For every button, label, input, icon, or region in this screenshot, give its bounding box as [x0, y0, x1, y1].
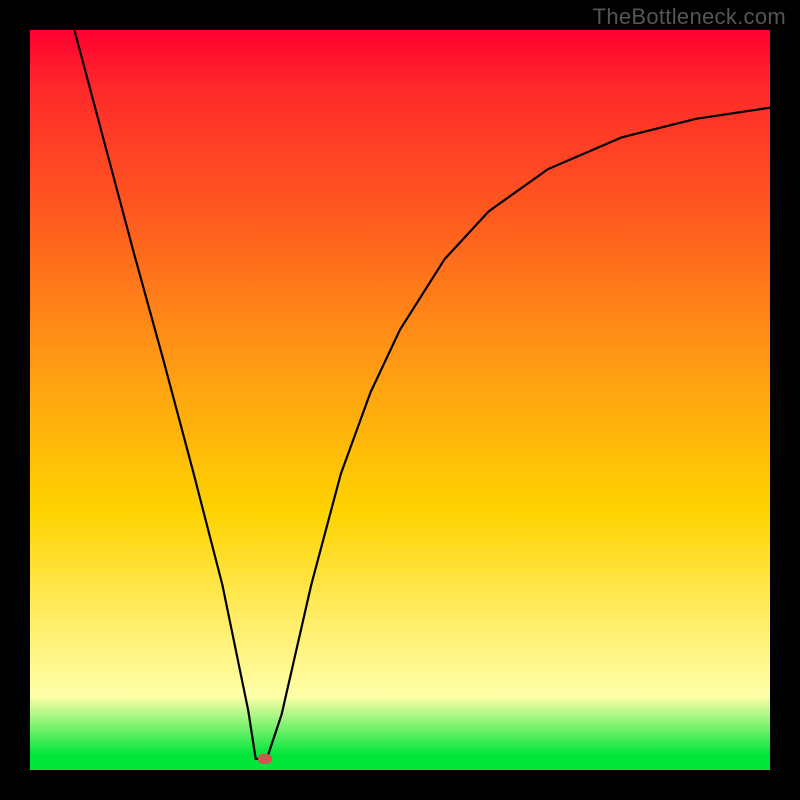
- chart-frame: TheBottleneck.com: [0, 0, 800, 800]
- bottleneck-curve: [74, 30, 770, 759]
- plot-area: [30, 30, 770, 770]
- curve-layer: [30, 30, 770, 770]
- minimum-marker: [258, 754, 272, 764]
- watermark-text: TheBottleneck.com: [593, 4, 786, 30]
